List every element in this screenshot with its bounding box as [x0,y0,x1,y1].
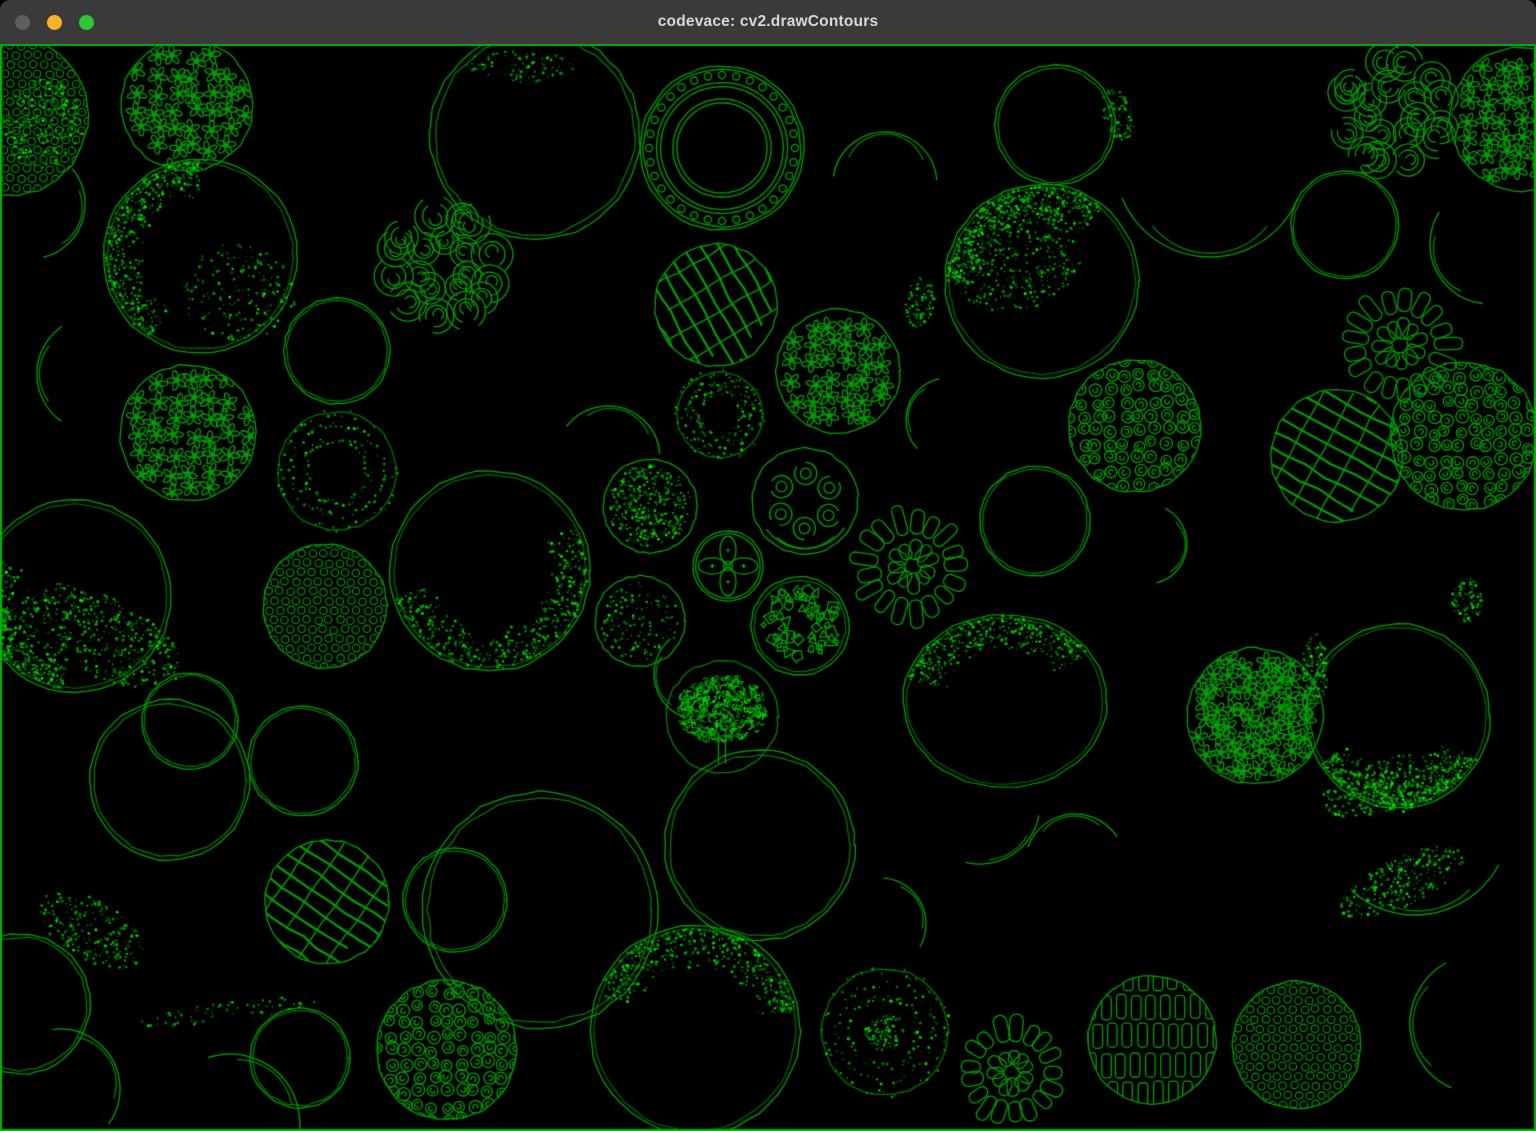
contour-image-canvas [0,44,1536,1131]
zoom-button[interactable] [79,15,94,30]
window-title: codevace: cv2.drawContours [0,13,1536,31]
close-button[interactable] [15,15,30,30]
minimize-button[interactable] [47,15,62,30]
window-controls [15,15,94,30]
window-titlebar[interactable]: codevace: cv2.drawContours [0,0,1536,44]
app-window: codevace: cv2.drawContours [0,0,1536,1131]
